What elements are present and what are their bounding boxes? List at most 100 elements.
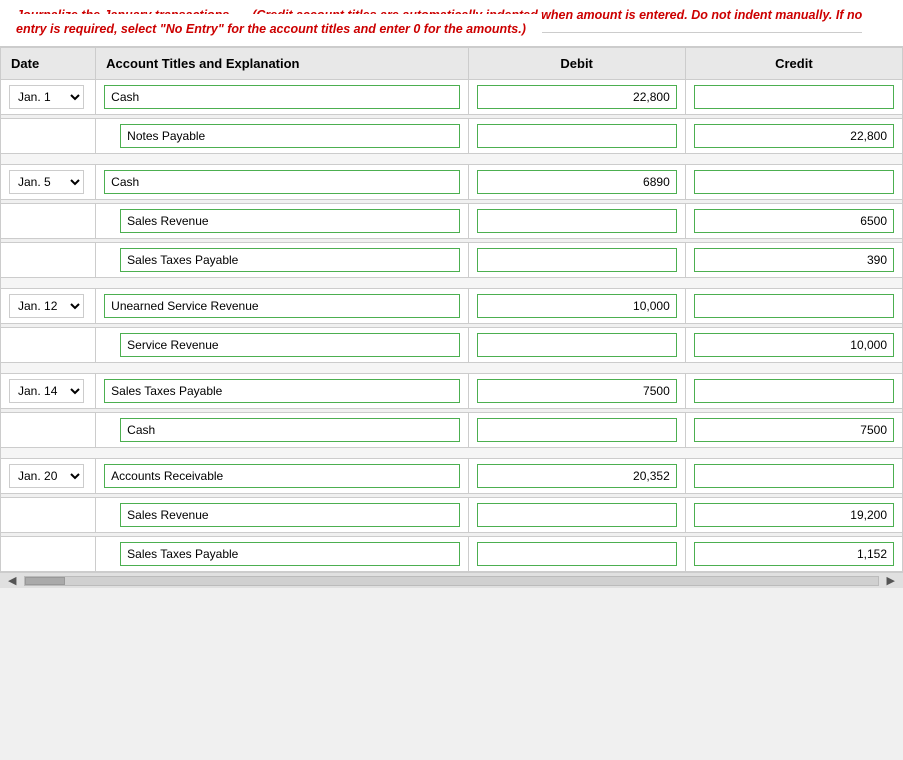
credit-input[interactable] (694, 503, 894, 527)
credit-cell[interactable] (685, 413, 902, 448)
account-input[interactable] (104, 379, 459, 403)
account-input[interactable] (104, 464, 459, 488)
account-cell[interactable] (96, 80, 468, 115)
debit-input[interactable] (477, 333, 677, 357)
debit-cell[interactable] (468, 537, 685, 572)
debit-cell[interactable] (468, 498, 685, 533)
credit-input[interactable] (694, 124, 894, 148)
journal-table: Date Account Titles and Explanation Debi… (0, 47, 903, 572)
debit-input[interactable] (477, 248, 677, 272)
debit-input[interactable] (477, 170, 677, 194)
credit-cell[interactable] (685, 119, 902, 154)
table-header-row: Date Account Titles and Explanation Debi… (1, 48, 903, 80)
debit-cell[interactable] (468, 459, 685, 494)
horizontal-scrollbar[interactable]: ◀ ▶ (0, 572, 903, 588)
debit-input[interactable] (477, 209, 677, 233)
date-cell[interactable]: Jan. 1Jan. 5Jan. 12Jan. 14Jan. 20 (1, 459, 96, 494)
date-select[interactable]: Jan. 1Jan. 5Jan. 12Jan. 14Jan. 20 (9, 464, 84, 488)
account-input[interactable] (120, 248, 459, 272)
table-row: Jan. 1Jan. 5Jan. 12Jan. 14Jan. 20 (1, 165, 903, 200)
credit-cell[interactable] (685, 289, 902, 324)
debit-input[interactable] (477, 503, 677, 527)
debit-input[interactable] (477, 124, 677, 148)
table-row: Jan. 1Jan. 5Jan. 12Jan. 14Jan. 20 (1, 80, 903, 115)
account-cell[interactable] (96, 459, 468, 494)
credit-cell[interactable] (685, 243, 902, 278)
account-cell[interactable] (96, 243, 468, 278)
credit-input[interactable] (694, 170, 894, 194)
credit-cell[interactable] (685, 374, 902, 409)
account-cell[interactable] (96, 328, 468, 363)
account-input[interactable] (120, 418, 459, 442)
header-credit: Credit (685, 48, 902, 80)
account-input[interactable] (120, 124, 459, 148)
credit-cell[interactable] (685, 498, 902, 533)
account-cell[interactable] (96, 289, 468, 324)
debit-cell[interactable] (468, 165, 685, 200)
credit-cell[interactable] (685, 328, 902, 363)
credit-input[interactable] (694, 294, 894, 318)
account-input[interactable] (104, 170, 459, 194)
account-input[interactable] (120, 333, 459, 357)
debit-cell[interactable] (468, 289, 685, 324)
debit-cell[interactable] (468, 80, 685, 115)
debit-cell[interactable] (468, 374, 685, 409)
credit-input[interactable] (694, 379, 894, 403)
credit-cell[interactable] (685, 204, 902, 239)
account-cell[interactable] (96, 413, 468, 448)
credit-input[interactable] (694, 418, 894, 442)
debit-cell[interactable] (468, 328, 685, 363)
account-input[interactable] (120, 503, 459, 527)
debit-cell[interactable] (468, 413, 685, 448)
instruction-text: Journalize the January transactions. (Cr… (0, 0, 903, 47)
date-select[interactable]: Jan. 1Jan. 5Jan. 12Jan. 14Jan. 20 (9, 379, 84, 403)
debit-input[interactable] (477, 542, 677, 566)
table-row (1, 328, 903, 363)
scroll-track[interactable] (24, 576, 878, 586)
date-cell (1, 498, 96, 533)
account-cell[interactable] (96, 498, 468, 533)
account-cell[interactable] (96, 165, 468, 200)
account-input[interactable] (120, 209, 459, 233)
account-cell[interactable] (96, 119, 468, 154)
debit-cell[interactable] (468, 204, 685, 239)
table-row (1, 498, 903, 533)
debit-input[interactable] (477, 294, 677, 318)
credit-input[interactable] (694, 85, 894, 109)
date-cell[interactable]: Jan. 1Jan. 5Jan. 12Jan. 14Jan. 20 (1, 80, 96, 115)
account-input[interactable] (104, 294, 459, 318)
date-cell[interactable]: Jan. 1Jan. 5Jan. 12Jan. 14Jan. 20 (1, 289, 96, 324)
debit-input[interactable] (477, 379, 677, 403)
account-input[interactable] (104, 85, 459, 109)
credit-input[interactable] (694, 542, 894, 566)
credit-input[interactable] (694, 333, 894, 357)
date-cell[interactable]: Jan. 1Jan. 5Jan. 12Jan. 14Jan. 20 (1, 374, 96, 409)
date-select[interactable]: Jan. 1Jan. 5Jan. 12Jan. 14Jan. 20 (9, 294, 84, 318)
scroll-right-arrow[interactable]: ▶ (883, 574, 899, 587)
date-cell (1, 537, 96, 572)
credit-cell[interactable] (685, 165, 902, 200)
transaction-separator (1, 363, 903, 374)
date-select[interactable]: Jan. 1Jan. 5Jan. 12Jan. 14Jan. 20 (9, 85, 84, 109)
table-row: Jan. 1Jan. 5Jan. 12Jan. 14Jan. 20 (1, 289, 903, 324)
credit-cell[interactable] (685, 459, 902, 494)
debit-cell[interactable] (468, 243, 685, 278)
scroll-left-arrow[interactable]: ◀ (4, 574, 20, 587)
credit-input[interactable] (694, 464, 894, 488)
debit-input[interactable] (477, 85, 677, 109)
credit-cell[interactable] (685, 537, 902, 572)
date-select[interactable]: Jan. 1Jan. 5Jan. 12Jan. 14Jan. 20 (9, 170, 84, 194)
account-cell[interactable] (96, 204, 468, 239)
date-cell[interactable]: Jan. 1Jan. 5Jan. 12Jan. 14Jan. 20 (1, 165, 96, 200)
debit-input[interactable] (477, 418, 677, 442)
account-input[interactable] (120, 542, 459, 566)
credit-cell[interactable] (685, 80, 902, 115)
credit-input[interactable] (694, 209, 894, 233)
scroll-thumb[interactable] (25, 577, 65, 585)
account-cell[interactable] (96, 374, 468, 409)
account-cell[interactable] (96, 537, 468, 572)
debit-input[interactable] (477, 464, 677, 488)
credit-input[interactable] (694, 248, 894, 272)
date-cell (1, 119, 96, 154)
debit-cell[interactable] (468, 119, 685, 154)
